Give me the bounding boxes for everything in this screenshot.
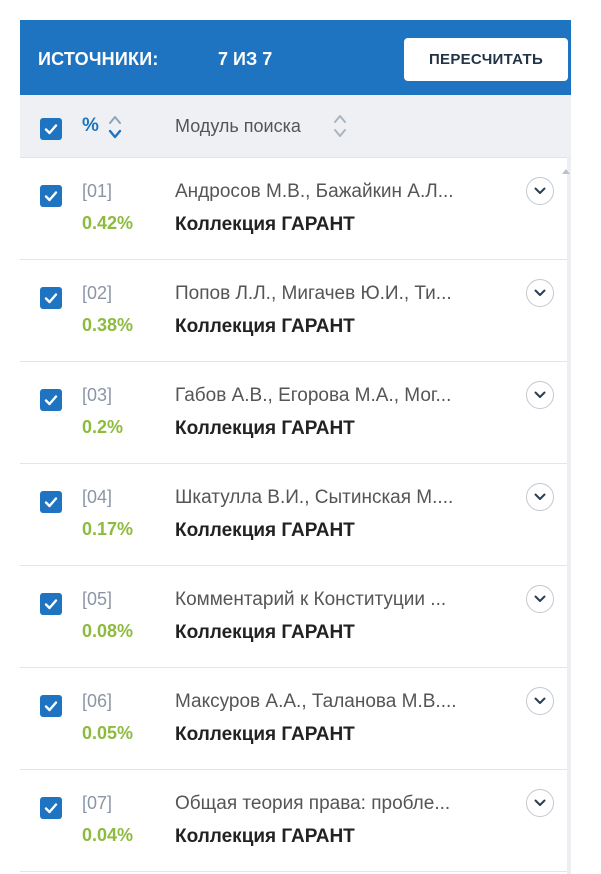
source-collection: Коллекция ГАРАНТ bbox=[175, 214, 355, 235]
sources-panel: ИСТОЧНИКИ: 7 ИЗ 7 ПЕРЕСЧИТАТЬ % Модуль п… bbox=[20, 20, 571, 874]
source-collection: Коллекция ГАРАНТ bbox=[175, 622, 355, 643]
expand-button[interactable] bbox=[526, 687, 554, 715]
sort-percent-icon[interactable] bbox=[108, 112, 122, 142]
source-name[interactable]: Габов А.В., Егорова М.А., Мог... bbox=[175, 385, 505, 407]
source-index: [03] bbox=[82, 385, 113, 405]
source-percent: 0.2% bbox=[82, 417, 124, 437]
source-name[interactable]: Комментарий к Конституции ... bbox=[175, 589, 505, 611]
source-percent: 0.17% bbox=[82, 519, 134, 539]
source-checkbox[interactable] bbox=[40, 287, 62, 309]
source-index: [06] bbox=[82, 691, 113, 711]
source-percent: 0.08% bbox=[82, 621, 134, 641]
checkmark-icon bbox=[44, 191, 58, 202]
source-checkbox[interactable] bbox=[40, 695, 62, 717]
recalculate-button[interactable]: ПЕРЕСЧИТАТЬ bbox=[404, 38, 568, 81]
expand-button[interactable] bbox=[526, 789, 554, 817]
source-collection: Коллекция ГАРАНТ bbox=[175, 520, 355, 541]
source-name[interactable]: Попов Л.Л., Мигачев Ю.И., Ти... bbox=[175, 283, 505, 305]
source-checkbox[interactable] bbox=[40, 593, 62, 615]
source-percent: 0.04% bbox=[82, 825, 134, 845]
source-index: [05] bbox=[82, 589, 113, 609]
checkmark-icon bbox=[44, 497, 58, 508]
source-checkbox[interactable] bbox=[40, 491, 62, 513]
source-name[interactable]: Шкатулла В.И., Сытинская М.... bbox=[175, 487, 505, 509]
chevron-down-icon bbox=[534, 289, 546, 296]
source-name[interactable]: Максуров А.А., Таланова М.В.... bbox=[175, 691, 505, 713]
source-checkbox[interactable] bbox=[40, 389, 62, 411]
source-row[interactable]: [02] 0.38% Попов Л.Л., Мигачев Ю.И., Ти.… bbox=[20, 259, 571, 362]
expand-button[interactable] bbox=[526, 585, 554, 613]
checkmark-icon bbox=[44, 395, 58, 406]
source-row[interactable]: [05] 0.08% Комментарий к Конституции ...… bbox=[20, 565, 571, 668]
checkmark-icon bbox=[44, 701, 58, 712]
source-row[interactable]: [04] 0.17% Шкатулла В.И., Сытинская М...… bbox=[20, 463, 571, 566]
source-name[interactable]: Андросов М.В., Бажайкин А.Л... bbox=[175, 181, 505, 203]
source-collection: Коллекция ГАРАНТ bbox=[175, 418, 355, 439]
sources-title: ИСТОЧНИКИ: bbox=[38, 49, 159, 69]
source-percent: 0.38% bbox=[82, 315, 134, 335]
percent-column-header[interactable]: % bbox=[82, 115, 99, 137]
sources-header-bar: ИСТОЧНИКИ: 7 ИЗ 7 ПЕРЕСЧИТАТЬ bbox=[20, 20, 571, 95]
chevron-down-icon bbox=[534, 187, 546, 194]
scroll-up-arrow-icon[interactable] bbox=[561, 168, 571, 175]
source-collection: Коллекция ГАРАНТ bbox=[175, 724, 355, 745]
source-row[interactable]: [03] 0.2% Габов А.В., Егорова М.А., Мог.… bbox=[20, 361, 571, 464]
source-collection: Коллекция ГАРАНТ bbox=[175, 826, 355, 847]
source-index: [01] bbox=[82, 181, 113, 201]
source-collection: Коллекция ГАРАНТ bbox=[175, 316, 355, 337]
checkmark-icon bbox=[44, 599, 58, 610]
expand-button[interactable] bbox=[526, 381, 554, 409]
module-column-header[interactable]: Модуль поиска bbox=[175, 116, 301, 137]
scrollbar[interactable] bbox=[567, 157, 571, 874]
sort-module-icon[interactable] bbox=[333, 111, 347, 141]
chevron-down-icon bbox=[534, 799, 546, 806]
source-percent: 0.05% bbox=[82, 723, 134, 743]
source-checkbox[interactable] bbox=[40, 797, 62, 819]
column-header-row: % Модуль поиска bbox=[20, 95, 571, 158]
expand-button[interactable] bbox=[526, 279, 554, 307]
chevron-down-icon bbox=[534, 595, 546, 602]
source-index: [04] bbox=[82, 487, 113, 507]
source-checkbox[interactable] bbox=[40, 185, 62, 207]
source-name[interactable]: Общая теория права: пробле... bbox=[175, 793, 505, 815]
sources-count: 7 ИЗ 7 bbox=[218, 49, 273, 69]
sources-list: [01] 0.42% Андросов М.В., Бажайкин А.Л..… bbox=[20, 157, 571, 874]
source-row[interactable]: [01] 0.42% Андросов М.В., Бажайкин А.Л..… bbox=[20, 157, 571, 260]
checkmark-icon bbox=[44, 124, 58, 135]
select-all-checkbox[interactable] bbox=[40, 118, 62, 140]
expand-button[interactable] bbox=[526, 483, 554, 511]
source-index: [02] bbox=[82, 283, 113, 303]
source-percent: 0.42% bbox=[82, 213, 134, 233]
source-row[interactable]: [06] 0.05% Максуров А.А., Таланова М.В..… bbox=[20, 667, 571, 770]
source-row[interactable]: [07] 0.04% Общая теория права: пробле...… bbox=[20, 769, 571, 872]
checkmark-icon bbox=[44, 803, 58, 814]
chevron-down-icon bbox=[534, 391, 546, 398]
checkmark-icon bbox=[44, 293, 58, 304]
source-index: [07] bbox=[82, 793, 113, 813]
chevron-down-icon bbox=[534, 493, 546, 500]
expand-button[interactable] bbox=[526, 177, 554, 205]
chevron-down-icon bbox=[534, 697, 546, 704]
